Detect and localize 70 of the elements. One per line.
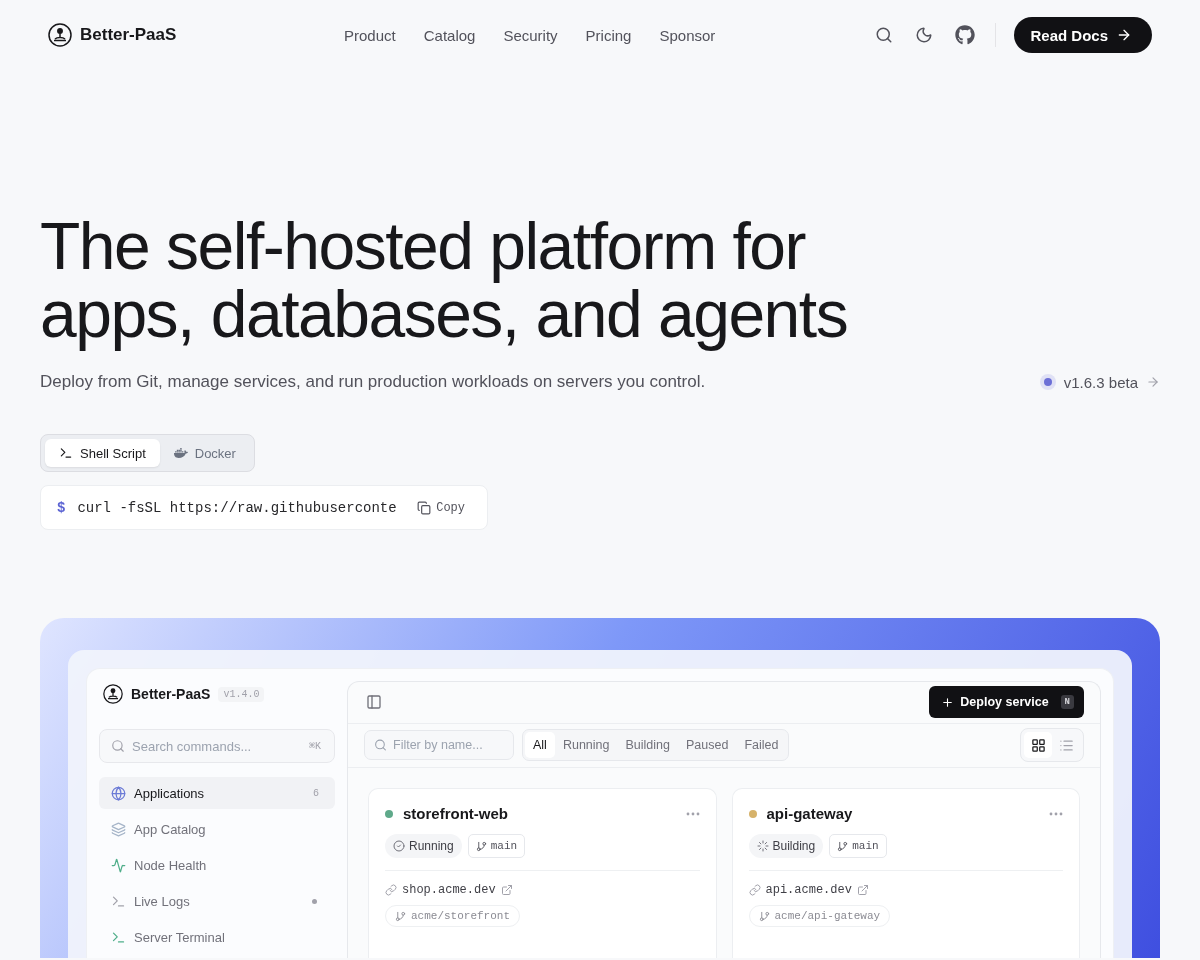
terminal-icon [111,929,126,945]
nav-link[interactable]: Security [503,26,558,44]
copy-icon [417,500,432,515]
install-tab[interactable]: Docker [159,439,250,467]
status-chip: Building [748,834,824,858]
nav-link[interactable]: Product [344,26,396,44]
branch-icon [475,840,487,852]
pulse-icon [111,857,126,873]
sidebar-item[interactable]: Applications 6 [99,777,335,809]
read-docs-button[interactable]: Read Docs [1014,17,1152,53]
install-command: curl -fsSL https://raw.githubuserconte [77,499,397,516]
service-url[interactable]: shop.acme.dev [402,883,496,897]
install-tab[interactable]: Shell Script [45,439,160,467]
more-button[interactable] [685,811,700,816]
check-circle-icon [393,840,405,852]
service-name: storefront-web [403,805,508,822]
branch-chip: main [829,834,887,858]
branch-icon [837,840,849,852]
layers-icon [111,821,126,837]
shortcut-hint: ⌘K [308,740,321,752]
search-icon [374,738,387,752]
list-icon [1058,737,1074,753]
panel-icon [366,694,382,711]
grid-icon [1030,737,1046,753]
arrow-right-icon [1116,27,1132,43]
brand-name: Better-PaaS [80,25,177,45]
status-filter-tab[interactable]: Building [617,732,678,759]
more-button[interactable] [1049,811,1063,816]
terminal-icon [59,446,73,460]
status-filter-tab[interactable]: Failed [736,732,787,759]
version-tag: v1.4.0 [218,686,265,702]
nav-link[interactable]: Catalog [423,26,476,44]
filter-field[interactable]: Filter by name... [364,730,514,761]
sidebar-item[interactable]: App Catalog [99,813,335,845]
github-button[interactable] [953,23,978,47]
external-link-icon [500,884,513,896]
copy-button[interactable]: Copy [411,499,471,516]
sidebar-item[interactable]: Node Health [99,849,335,881]
version-link[interactable]: v1.6.3 beta [1039,373,1160,391]
spinner-icon [756,840,769,852]
branch-icon [395,910,406,922]
sidebar-item[interactable]: Server Terminal [99,921,335,953]
status-filter-tab[interactable]: All [525,732,555,759]
prompt-symbol: $ [57,499,66,516]
branch-icon [758,910,770,922]
link-icon [385,884,397,896]
plus-icon [941,695,955,709]
ellipsis-icon [1049,811,1063,816]
ellipsis-icon [685,811,700,816]
terminal-icon [111,893,126,909]
status-filter-tab[interactable]: Running [554,732,618,759]
service-name: api-gateway [766,805,853,822]
logo-icon [103,684,123,704]
service-url[interactable]: api.acme.dev [765,883,852,897]
globe-icon [111,785,126,801]
logo-icon [48,23,72,47]
branch-chip: main [467,834,526,858]
hero-subtitle: Deploy from Git, manage services, and run production workloads on servers you control. [40,372,706,392]
link-icon [748,884,761,896]
status-filter-tab[interactable]: Paused [677,732,737,759]
app-brand: Better-PaaS [131,686,211,702]
whale-icon [173,446,188,460]
nav-link[interactable]: Pricing [585,26,632,44]
deploy-service-button[interactable]: Deploy service N [929,686,1084,719]
grid-view-button[interactable] [1024,732,1052,759]
external-link-icon [856,884,869,896]
search-icon [111,739,125,753]
sidebar-item[interactable]: Live Logs [99,885,335,917]
nav-link[interactable]: Sponsor [659,26,716,44]
status-chip: Running [385,834,462,858]
